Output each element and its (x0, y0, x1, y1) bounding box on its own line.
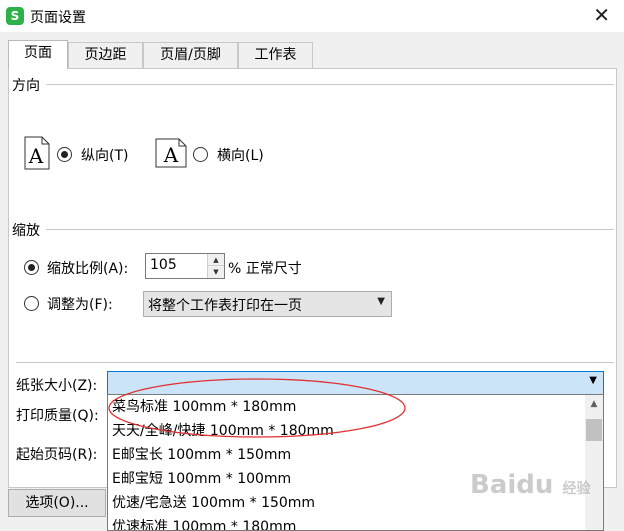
portrait-page-icon: A (24, 136, 50, 170)
paper-size-dropdown: 菜鸟标准 100mm * 180mm 天天/全峰/快捷 100mm * 180m… (107, 394, 604, 531)
wps-app-icon: S (6, 7, 24, 25)
scale-label[interactable]: 缩放比例(A): (47, 258, 128, 278)
fit-select-value: 将整个工作表打印在一页 (148, 298, 302, 314)
window-title: 页面设置 (30, 10, 86, 26)
paper-size-combo[interactable]: ▼ (107, 371, 604, 395)
portrait-radio[interactable] (57, 147, 72, 162)
chevron-down-icon: ▼ (589, 375, 597, 386)
tab-margins[interactable]: 页边距 (68, 42, 143, 68)
list-item[interactable]: 天天/全峰/快捷 100mm * 180mm (108, 419, 603, 443)
tab-header-footer[interactable]: 页眉/页脚 (143, 42, 238, 68)
scroll-up-icon[interactable]: ▲ (585, 395, 603, 413)
scale-value[interactable]: 105 (150, 257, 177, 273)
fit-label[interactable]: 调整为(F): (47, 294, 113, 314)
list-item[interactable]: E邮宝长 100mm * 150mm (108, 443, 603, 467)
dropdown-scrollbar[interactable]: ▲ (585, 395, 603, 530)
close-icon[interactable]: ✕ (593, 4, 610, 26)
scrollbar-thumb[interactable] (586, 419, 602, 441)
list-item[interactable]: 优速标准 100mm * 180mm (108, 515, 603, 530)
paper-divider (16, 362, 614, 363)
stepper-buttons: ▲ ▼ (207, 254, 224, 278)
scale-stepper[interactable]: 105 ▲ ▼ (145, 253, 225, 279)
scaling-group-label: 缩放 (12, 220, 46, 240)
chevron-down-icon: ▼ (377, 296, 385, 307)
portrait-icon-letter: A (28, 144, 44, 168)
stepper-up-icon[interactable]: ▲ (208, 254, 224, 266)
baidu-watermark: Baidu 经验 (470, 470, 590, 500)
scaling-divider (16, 229, 614, 230)
tab-page[interactable]: 页面 (8, 40, 68, 69)
tab-sheet[interactable]: 工作表 (238, 42, 313, 68)
orientation-group-label: 方向 (12, 75, 46, 95)
stepper-down-icon[interactable]: ▼ (208, 266, 224, 278)
landscape-page-icon: A (155, 138, 187, 168)
title-bar: S 页面设置 ✕ (0, 0, 624, 32)
first-page-label: 起始页码(R): (16, 447, 98, 463)
portrait-label[interactable]: 纵向(T) (81, 145, 128, 165)
scale-radio[interactable] (24, 260, 39, 275)
print-quality-label: 打印质量(Q): (16, 408, 99, 424)
landscape-label[interactable]: 横向(L) (217, 145, 264, 165)
paper-size-label: 纸张大小(Z): (16, 378, 98, 394)
watermark-brand: Baidu (470, 470, 554, 500)
scale-suffix: % 正常尺寸 (228, 261, 302, 277)
fit-select[interactable]: 将整个工作表打印在一页 ▼ (143, 291, 392, 317)
landscape-icon-letter: A (163, 143, 179, 167)
fit-radio[interactable] (24, 296, 39, 311)
list-item[interactable]: 菜鸟标准 100mm * 180mm (108, 395, 603, 419)
options-button[interactable]: 选项(O)... (8, 489, 106, 517)
landscape-radio[interactable] (193, 147, 208, 162)
watermark-sub: 经验 (562, 481, 591, 497)
orientation-divider (16, 84, 614, 85)
